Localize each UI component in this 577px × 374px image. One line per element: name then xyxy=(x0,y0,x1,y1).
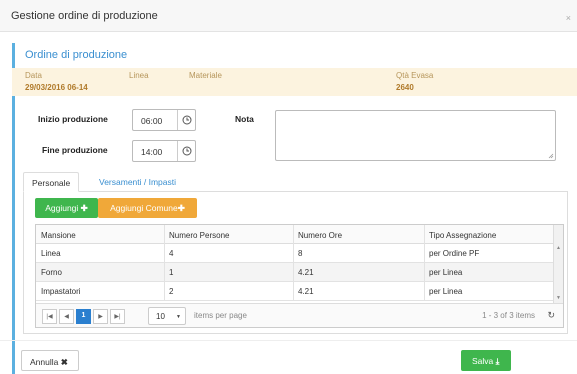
cell-numero-ore: 4.21 xyxy=(298,287,314,296)
column-header-numero-persone[interactable]: Numero Persone xyxy=(169,231,229,240)
tab-personale[interactable]: Personale xyxy=(23,172,80,192)
personale-grid: Mansione Numero Persone Numero Ore Tipo … xyxy=(35,224,564,328)
panel-title: Ordine di produzione xyxy=(25,49,128,61)
add-common-button-label: Aggiungi Comune xyxy=(110,203,178,213)
nota-textarea[interactable] xyxy=(275,110,556,161)
pager: |◀ ◀ 1 ▶ ▶| 10 ▼ items per page 1 - 3 of… xyxy=(36,303,563,327)
data-value: 29/03/2016 06-14 xyxy=(25,83,88,92)
scroll-down-icon[interactable]: ▼ xyxy=(556,295,561,301)
cell-numero-persone: 4 xyxy=(169,249,174,258)
grid-header: Mansione Numero Persone Numero Ore Tipo … xyxy=(36,225,554,244)
fine-produzione-input[interactable]: 14:00 xyxy=(132,140,196,162)
add-button-label: Aggiungi xyxy=(45,203,79,213)
column-divider xyxy=(424,225,425,301)
cell-mansione: Impastatori xyxy=(41,287,81,296)
refresh-icon[interactable]: ↻ xyxy=(547,310,555,321)
prev-page-icon[interactable]: ◀ xyxy=(59,309,74,324)
cell-tipo-assegnazione: per Linea xyxy=(429,268,463,277)
production-order-modal: Gestione ordine di produzione × Ordine d… xyxy=(0,0,577,374)
page-size-value: 10 xyxy=(156,312,165,321)
next-page-icon[interactable]: ▶ xyxy=(93,309,108,324)
add-common-button[interactable]: Aggiungi Comune✚ xyxy=(98,198,197,218)
current-page-button[interactable]: 1 xyxy=(76,309,91,324)
panel-heading: Ordine di produzione xyxy=(12,43,577,68)
materiale-label: Materiale xyxy=(189,71,222,80)
table-row[interactable]: Impastatori 2 4.21 per Linea xyxy=(36,282,554,301)
linea-label: Linea xyxy=(129,71,149,80)
inizio-produzione-label: Inizio produzione xyxy=(38,114,108,124)
cell-mansione: Linea xyxy=(41,249,61,258)
column-header-tipo-assegnazione[interactable]: Tipo Assegnazione xyxy=(429,231,496,240)
cell-tipo-assegnazione: per Linea xyxy=(429,287,463,296)
order-info-band: Data Linea Materiale Qtà Evasa 29/03/201… xyxy=(12,68,577,96)
pager-info: 1 - 3 of 3 items xyxy=(482,311,535,320)
column-divider xyxy=(164,225,165,301)
nota-label: Nota xyxy=(235,114,254,124)
tab-versamenti-impasti[interactable]: Versamenti / Impasti xyxy=(91,172,184,192)
form-area: Inizio produzione 06:00 Nota Fine produz… xyxy=(12,96,577,374)
inizio-produzione-value: 06:00 xyxy=(141,116,163,126)
close-x-icon: ✖ xyxy=(60,357,68,367)
scroll-up-icon[interactable]: ▲ xyxy=(556,245,561,251)
tab-body-personale: Aggiungi ✚ Aggiungi Comune✚ Mansione Num… xyxy=(23,192,568,334)
inizio-produzione-input[interactable]: 06:00 xyxy=(132,109,196,131)
qta-evasa-value: 2640 xyxy=(396,83,414,92)
add-button[interactable]: Aggiungi ✚ xyxy=(35,198,98,218)
save-button[interactable]: Salva ⤓ xyxy=(461,350,511,371)
plus-icon: ✚ xyxy=(177,203,185,213)
column-header-mansione[interactable]: Mansione xyxy=(41,231,76,240)
column-header-numero-ore[interactable]: Numero Ore xyxy=(298,231,342,240)
resize-handle-icon[interactable] xyxy=(548,153,554,159)
fine-produzione-value: 14:00 xyxy=(141,147,163,157)
cell-mansione: Forno xyxy=(41,268,62,277)
fine-produzione-label: Fine produzione xyxy=(42,145,108,155)
qta-evasa-label: Qtà Evasa xyxy=(396,71,434,80)
modal-title: Gestione ordine di produzione xyxy=(11,10,158,22)
footer-divider xyxy=(0,340,577,341)
items-per-page-label: items per page xyxy=(194,311,247,320)
clock-icon[interactable] xyxy=(177,110,195,130)
download-icon: ⤓ xyxy=(495,356,500,366)
cell-numero-ore: 4.21 xyxy=(298,268,314,277)
data-label: Data xyxy=(25,71,42,80)
caret-down-icon: ▼ xyxy=(176,314,181,320)
tab-bar: Personale Versamenti / Impasti xyxy=(23,172,568,192)
table-row[interactable]: Forno 1 4.21 per Linea xyxy=(36,263,554,282)
last-page-icon[interactable]: ▶| xyxy=(110,309,125,324)
modal-header: Gestione ordine di produzione × xyxy=(0,0,577,32)
first-page-icon[interactable]: |◀ xyxy=(42,309,57,324)
close-icon[interactable]: × xyxy=(566,13,571,23)
save-button-label: Salva xyxy=(472,356,494,366)
cancel-button-label: Annulla xyxy=(30,357,59,367)
column-divider xyxy=(293,225,294,301)
cell-numero-ore: 8 xyxy=(298,249,303,258)
plus-icon: ✚ xyxy=(80,203,88,213)
table-row[interactable]: Linea 4 8 per Ordine PF xyxy=(36,244,554,263)
clock-icon[interactable] xyxy=(177,141,195,161)
cancel-button[interactable]: Annulla ✖ xyxy=(21,350,79,371)
cell-numero-persone: 2 xyxy=(169,287,174,296)
cell-numero-persone: 1 xyxy=(169,268,174,277)
vertical-scrollbar[interactable]: ▲ ▼ xyxy=(553,225,563,303)
cell-tipo-assegnazione: per Ordine PF xyxy=(429,249,480,258)
page-size-select[interactable]: 10 ▼ xyxy=(148,307,186,325)
